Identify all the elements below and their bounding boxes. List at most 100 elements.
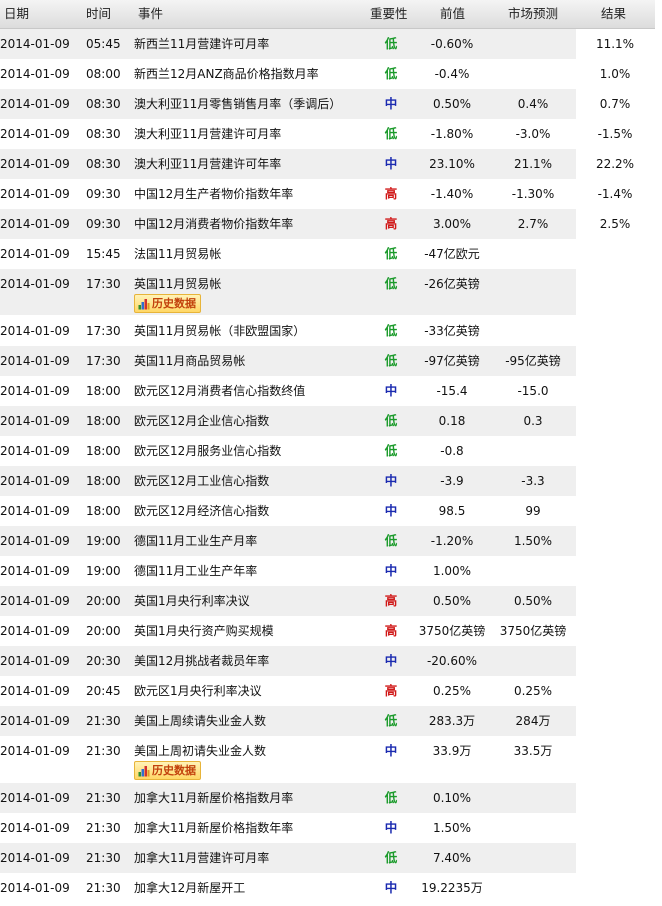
cell-event: 欧元区12月工业信心指数 xyxy=(134,474,270,488)
bar-chart-icon xyxy=(138,298,150,310)
cell-event: 欧元区12月经济信心指数 xyxy=(134,504,270,518)
cell-event: 欧元区12月服务业信心指数 xyxy=(134,444,282,458)
cell-forecast: -15.0 xyxy=(517,384,549,398)
cell-event: 英国1月央行资产购买规模 xyxy=(134,624,274,638)
table-row: 2014-01-09 17:30 英国11月贸易帐（非欧盟国家）低 -33亿英镑 xyxy=(0,316,576,346)
cell-forecast: 33.5万 xyxy=(513,744,553,758)
cell-time: 21:30 xyxy=(86,791,121,805)
cell-previous: -0.60% xyxy=(430,37,474,51)
header-date: 日期 xyxy=(4,6,30,21)
cell-event: 英国11月商品贸易帐 xyxy=(134,354,246,368)
cell-time: 18:00 xyxy=(86,444,121,458)
cell-date: 2014-01-09 xyxy=(0,414,70,428)
cell-event: 美国上周续请失业金人数 xyxy=(134,714,267,728)
table-row: 2014-01-09 08:00 新西兰12月ANZ商品价格指数月率低 -0.4% 1.… xyxy=(0,59,630,89)
cell-previous: -0.8 xyxy=(440,444,464,458)
cell-actual: 2.5% xyxy=(599,217,631,231)
cell-time: 21:30 xyxy=(86,821,121,835)
cell-time: 21:30 xyxy=(86,881,121,895)
cell-event: 澳大利亚11月营建许可月率 xyxy=(134,127,282,141)
table-row: 2014-01-09 20:30 美国12月挑战者裁员年率中 -20.60% xyxy=(0,646,576,676)
cell-date: 2014-01-09 xyxy=(0,654,70,668)
cell-actual: -1.5% xyxy=(597,127,633,141)
table-row: 2014-01-09 18:00 欧元区12月工业信心指数中 -3.9 -3.3 xyxy=(0,466,576,496)
cell-date: 2014-01-09 xyxy=(0,97,70,111)
header-forecast: 市场预测 xyxy=(508,6,559,21)
cell-forecast: 0.4% xyxy=(517,97,549,111)
cell-forecast: 0.3 xyxy=(523,414,543,428)
cell-time: 17:30 xyxy=(86,277,121,291)
cell-date: 2014-01-09 xyxy=(0,157,70,171)
cell-forecast: 2.7% xyxy=(517,217,549,231)
cell-event: 美国上周初请失业金人数 xyxy=(134,744,267,758)
cell-event: 德国11月工业生产年率 xyxy=(134,564,258,578)
cell-event: 英国11月贸易帐（非欧盟国家） xyxy=(134,324,306,338)
cell-event: 法国11月贸易帐 xyxy=(134,247,222,261)
table-row: 2014-01-09 18:00 欧元区12月服务业信心指数低 -0.8 xyxy=(0,436,576,466)
cell-date: 2014-01-09 xyxy=(0,624,70,638)
cell-previous: 7.40% xyxy=(432,851,472,865)
cell-time: 20:45 xyxy=(86,684,121,698)
cell-date: 2014-01-09 xyxy=(0,851,70,865)
cell-event: 新西兰11月营建许可月率 xyxy=(134,37,270,51)
cell-date: 2014-01-09 xyxy=(0,714,70,728)
cell-time: 08:30 xyxy=(86,157,121,171)
header-time: 时间 xyxy=(86,6,112,21)
cell-time: 21:30 xyxy=(86,744,121,758)
history-data-button[interactable]: 历史数据 xyxy=(134,294,201,313)
table-row: 2014-01-09 15:45 法国11月贸易帐低 -47亿欧元 xyxy=(0,239,576,269)
cell-event: 澳大利亚11月零售销售月率（季调后） xyxy=(134,97,342,111)
history-data-button[interactable]: 历史数据 xyxy=(134,761,201,780)
cell-time: 17:30 xyxy=(86,324,121,338)
table-row: 2014-01-09 05:45 新西兰11月营建许可月率低 -0.60% 11.1% xyxy=(0,29,634,59)
cell-time: 20:30 xyxy=(86,654,121,668)
cell-date: 2014-01-09 xyxy=(0,881,70,895)
cell-time: 08:30 xyxy=(86,127,121,141)
cell-previous: 0.10% xyxy=(432,791,472,805)
cell-date: 2014-01-09 xyxy=(0,187,70,201)
cell-time: 20:00 xyxy=(86,594,121,608)
cell-event: 英国11月贸易帐 xyxy=(134,277,222,291)
table-row: 2014-01-09 09:30 中国12月消费者物价指数年率高 3.00% 2.7% 2… xyxy=(0,209,630,239)
cell-date: 2014-01-09 xyxy=(0,277,70,291)
cell-time: 18:00 xyxy=(86,384,121,398)
table-row: 2014-01-09 21:30 美国上周续请失业金人数低 283.3万 284万 xyxy=(0,706,576,736)
table-row: 2014-01-09 17:30 英国11月贸易帐低 -26亿英镑 历史数据 xyxy=(0,269,576,315)
cell-time: 21:30 xyxy=(86,714,121,728)
cell-date: 2014-01-09 xyxy=(0,534,70,548)
cell-date: 2014-01-09 xyxy=(0,474,70,488)
cell-date: 2014-01-09 xyxy=(0,564,70,578)
cell-time: 05:45 xyxy=(86,37,121,51)
cell-time: 09:30 xyxy=(86,217,121,231)
cell-actual: 22.2% xyxy=(595,157,635,171)
table-row: 2014-01-09 20:00 英国1月央行资产购买规模高 3750亿英镑 3750亿… xyxy=(0,616,576,646)
table-row: 2014-01-09 08:30 澳大利亚11月零售销售月率（季调后）中 0.50% 0… xyxy=(0,89,630,119)
cell-previous: -26亿英镑 xyxy=(424,277,480,291)
cell-forecast: -3.0% xyxy=(515,127,551,141)
cell-event: 美国12月挑战者裁员年率 xyxy=(134,654,270,668)
cell-event: 英国1月央行利率决议 xyxy=(134,594,250,608)
cell-previous: -47亿欧元 xyxy=(424,247,480,261)
cell-event: 中国12月消费者物价指数年率 xyxy=(134,217,294,231)
cell-previous: 1.50% xyxy=(432,821,472,835)
cell-date: 2014-01-09 xyxy=(0,504,70,518)
header-importance: 重要性 xyxy=(370,6,408,21)
cell-date: 2014-01-09 xyxy=(0,791,70,805)
table-row: 2014-01-09 21:30 加拿大11月营建许可月率低 7.40% xyxy=(0,843,576,873)
cell-forecast: 1.50% xyxy=(513,534,553,548)
cell-event: 加拿大11月新屋价格指数月率 xyxy=(134,791,294,805)
table-row: 2014-01-09 17:30 英国11月商品贸易帐低 -97亿英镑 -95亿英镑 xyxy=(0,346,576,376)
cell-time: 18:00 xyxy=(86,414,121,428)
table-row: 2014-01-09 18:00 欧元区12月经济信心指数中 98.5 99 xyxy=(0,496,576,526)
cell-time: 19:00 xyxy=(86,534,121,548)
table-row: 2014-01-09 08:30 澳大利亚11月营建许可月率低 -1.80% -3.0%… xyxy=(0,119,632,149)
header-event: 事件 xyxy=(138,6,164,21)
table-row: 2014-01-09 18:00 欧元区12月企业信心指数低 0.18 0.3 xyxy=(0,406,576,436)
cell-date: 2014-01-09 xyxy=(0,594,70,608)
cell-event: 欧元区12月消费者信心指数终值 xyxy=(134,384,306,398)
cell-actual: 0.7% xyxy=(599,97,631,111)
cell-time: 15:45 xyxy=(86,247,121,261)
cell-event: 欧元区1月央行利率决议 xyxy=(134,684,262,698)
cell-time: 20:00 xyxy=(86,624,121,638)
history-data-label: 历史数据 xyxy=(152,297,196,310)
